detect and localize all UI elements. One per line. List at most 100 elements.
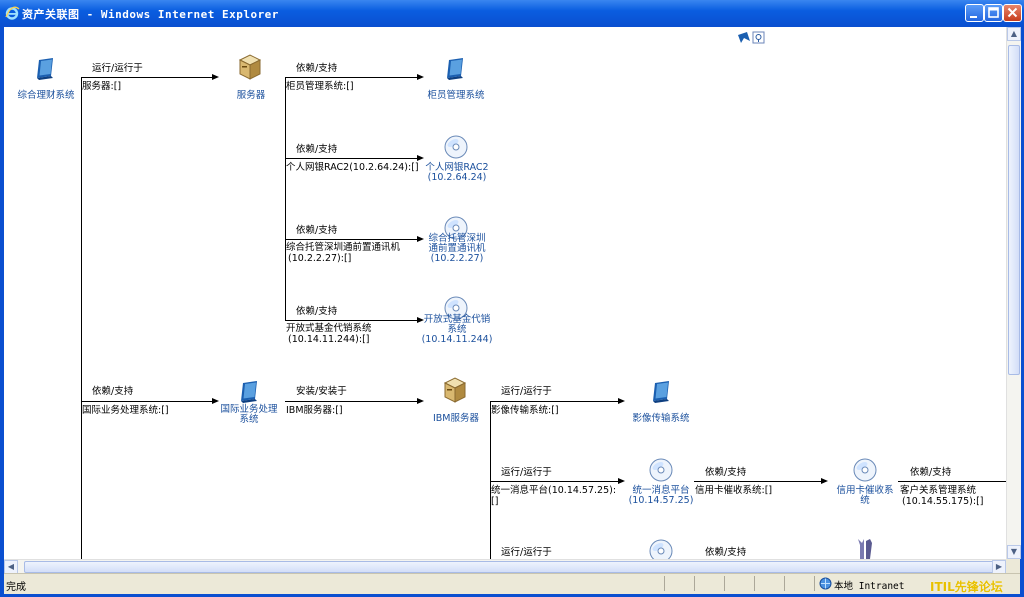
- watermark-text: ITIL先锋论坛: [930, 580, 1003, 594]
- edge-line: [490, 481, 622, 482]
- node-label[interactable]: 综合托管深圳 通前置通讯机 (10.2.2.27): [422, 234, 492, 264]
- maximize-button[interactable]: [984, 4, 1003, 22]
- edge-line: [285, 77, 421, 78]
- cd-disc-icon[interactable]: [648, 457, 674, 483]
- nav-tool-icon[interactable]: [737, 31, 767, 45]
- edge-line: [81, 77, 216, 78]
- branch-line: [285, 77, 286, 321]
- node-label[interactable]: 信用卡催收系 统: [830, 486, 900, 506]
- node-label[interactable]: IBM服务器: [428, 414, 484, 424]
- arrow-head: [212, 398, 219, 404]
- edge-line: [285, 401, 421, 402]
- node-label-line: (10.14.11.244): [421, 334, 493, 345]
- edge-target-label: (10.14.11.244):[]: [288, 334, 370, 345]
- status-divider: [664, 576, 665, 591]
- node-label[interactable]: 服务器: [226, 91, 276, 101]
- edge-line: [694, 481, 825, 482]
- edge-relation-label: 安装/安装于: [296, 386, 347, 397]
- cd-disc-icon[interactable]: [852, 457, 878, 483]
- cd-disc-icon[interactable]: [443, 134, 469, 160]
- edge-relation-label: 运行/运行于: [501, 547, 552, 558]
- window-title: 资产关联图 - Windows Internet Explorer: [22, 8, 279, 21]
- edge-target-label: []: [491, 496, 499, 507]
- scrollbar-corner: [1006, 559, 1020, 573]
- scroll-right-button[interactable]: ▶: [992, 560, 1006, 574]
- edge-relation-label: 依赖/支持: [296, 225, 338, 236]
- scroll-up-button[interactable]: ▲: [1007, 27, 1021, 41]
- edge-target-label: 客户关系管理系统: [900, 485, 977, 496]
- edge-target-label: 影像传输系统:[]: [491, 405, 559, 416]
- edge-line: [898, 481, 1006, 482]
- arrow-head: [821, 478, 828, 484]
- status-divider: [694, 576, 695, 591]
- tool-icon[interactable]: [854, 537, 878, 559]
- edge-relation-label: 依赖/支持: [910, 467, 952, 478]
- edge-relation-label: 依赖/支持: [705, 547, 747, 558]
- status-text: 完成: [6, 582, 26, 593]
- edge-line: [490, 401, 622, 402]
- security-zone-label[interactable]: 本地 Intranet: [834, 578, 904, 592]
- scroll-left-button[interactable]: ◀: [4, 560, 18, 574]
- close-button[interactable]: [1003, 4, 1022, 22]
- edge-target-label: 柜员管理系统:[]: [286, 81, 354, 92]
- edge-relation-label: 依赖/支持: [296, 63, 338, 74]
- edge-target-label: 综合托管深圳通前置通讯机: [286, 242, 401, 253]
- status-divider: [754, 576, 755, 591]
- title-bar: 资产关联图 - Windows Internet Explorer: [0, 0, 1024, 27]
- node-label[interactable]: 柜员管理系统: [424, 91, 488, 101]
- edge-line: [285, 158, 421, 159]
- edge-relation-label: 运行/运行于: [501, 386, 552, 397]
- diagram-canvas: 综合理财系统 运行/运行于 服务器:[] 服务器 依赖/支持 柜员管理系统:[]…: [4, 27, 1006, 559]
- cd-disc-icon[interactable]: [648, 538, 674, 559]
- status-divider: [724, 576, 725, 591]
- status-bar: 完成 本地 Intranet: [4, 573, 1020, 594]
- arrow-head: [417, 398, 424, 404]
- diagram-toolbar: [737, 30, 767, 49]
- arrow-head: [417, 155, 424, 161]
- edge-line: [285, 239, 421, 240]
- vertical-scroll-thumb[interactable]: [1008, 45, 1020, 375]
- node-label[interactable]: 统一消息平台 (10.14.57.25): [626, 486, 696, 506]
- node-label-line: 统: [860, 495, 870, 506]
- edge-target-label: 统一消息平台(10.14.57.25):: [491, 485, 617, 496]
- arrow-head: [417, 74, 424, 80]
- arrow-head: [618, 398, 625, 404]
- edge-relation-label: 依赖/支持: [705, 467, 747, 478]
- node-label[interactable]: 个人网银RAC2 (10.2.64.24): [422, 163, 492, 183]
- edge-target-label: 信用卡催收系统:[]: [695, 485, 773, 496]
- edge-relation-label: 运行/运行于: [92, 63, 143, 74]
- server-box-icon[interactable]: [442, 376, 468, 404]
- node-label-line: (10.2.64.24): [427, 172, 487, 183]
- edge-target-label: 个人网银RAC2(10.2.64.24):[]: [286, 162, 419, 173]
- application-book-icon[interactable]: [443, 56, 467, 80]
- application-book-icon[interactable]: [237, 379, 261, 403]
- edge-target-label: 开放式基金代销系统: [286, 323, 372, 334]
- edge-line: [81, 401, 216, 402]
- branch-line: [490, 401, 491, 559]
- node-label[interactable]: 国际业务处理 系统: [216, 405, 282, 425]
- edge-target-label: IBM服务器:[]: [286, 405, 343, 416]
- edge-line: [285, 320, 421, 321]
- minimize-button[interactable]: [965, 4, 984, 22]
- node-label-line: (10.14.57.25): [628, 495, 694, 506]
- node-label[interactable]: 影像传输系统: [628, 414, 694, 424]
- edge-relation-label: 依赖/支持: [296, 306, 338, 317]
- ie-logo-icon: [5, 6, 20, 20]
- application-book-icon[interactable]: [33, 56, 57, 80]
- server-box-icon[interactable]: [237, 53, 263, 81]
- scroll-down-button[interactable]: ▼: [1007, 545, 1021, 559]
- vertical-scrollbar[interactable]: ▲ ▼: [1006, 27, 1021, 559]
- horizontal-scrollbar[interactable]: ◀ ▶: [4, 559, 1006, 574]
- horizontal-scroll-thumb[interactable]: [24, 561, 999, 573]
- arrow-head: [618, 478, 625, 484]
- trunk-line: [81, 77, 82, 559]
- status-divider: [814, 576, 815, 591]
- edge-relation-label: 依赖/支持: [296, 144, 338, 155]
- intranet-zone-icon: [819, 577, 832, 590]
- node-label[interactable]: 开放式基金代销 系统 (10.14.11.244): [419, 315, 495, 345]
- application-book-icon[interactable]: [649, 379, 673, 403]
- edge-relation-label: 依赖/支持: [92, 386, 134, 397]
- edge-target-label: 服务器:[]: [82, 81, 122, 92]
- node-label[interactable]: 综合理财系统: [14, 91, 78, 101]
- edge-target-label: (10.14.55.175):[]: [902, 496, 984, 507]
